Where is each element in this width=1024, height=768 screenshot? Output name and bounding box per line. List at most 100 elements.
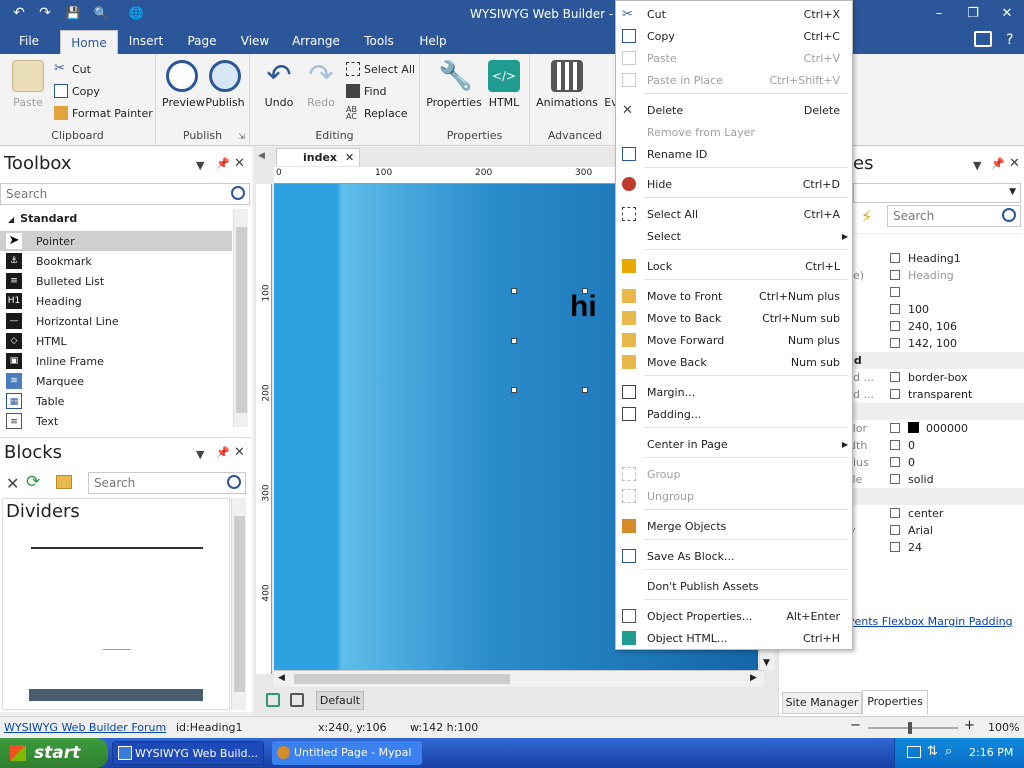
close-icon[interactable]: ✕	[234, 156, 245, 171]
toolbox-item-pointer[interactable]: ➤ Pointer	[0, 231, 232, 251]
pin-icon[interactable]: 📌	[216, 446, 230, 459]
close-icon[interactable]: ✕	[1009, 156, 1020, 171]
blocks-search-input[interactable]: Search	[88, 472, 246, 494]
toolbox-item-html[interactable]: ◇ HTML	[0, 331, 232, 351]
toolbox-item-table[interactable]: ▦ Table	[0, 391, 232, 411]
color-swatch[interactable]	[908, 422, 919, 433]
scroll-left-icon[interactable]: ◀	[278, 673, 285, 683]
close-icon[interactable]: ✕	[345, 149, 354, 166]
minimize-icon[interactable]: –	[922, 0, 956, 27]
toolbox-item-horizontal-line[interactable]: — Horizontal Line	[0, 311, 232, 331]
format-painter-button[interactable]: Format Painter	[54, 106, 153, 120]
keyboard-icon[interactable]	[907, 746, 921, 758]
toolbox-section-standard[interactable]: ◢ Standard	[0, 209, 232, 229]
scroll-thumb[interactable]	[234, 516, 245, 692]
property-value[interactable]: 0	[908, 439, 915, 452]
find-button[interactable]: Find	[346, 84, 387, 98]
cut-button[interactable]: ✂ Cut	[54, 62, 91, 76]
menu-item-padding[interactable]: Padding...	[616, 403, 852, 425]
help-icon[interactable]: ?	[1006, 32, 1013, 48]
menu-item-don-t-publish-assets[interactable]: Don't Publish Assets	[616, 575, 852, 597]
tab-page[interactable]: Page	[180, 27, 224, 54]
panel-menu-icon[interactable]: ▼	[973, 159, 981, 172]
menu-item-select[interactable]: Select ▶	[616, 225, 852, 247]
scroll-thumb[interactable]	[236, 227, 247, 413]
events-lightning-icon[interactable]: ⚡	[861, 207, 872, 226]
property-value[interactable]: 0	[908, 456, 915, 469]
menu-item-delete[interactable]: ✕ Delete Delete	[616, 99, 852, 121]
resize-handle[interactable]	[511, 288, 517, 294]
toolbox-search-input[interactable]: Search	[0, 183, 250, 205]
refresh-icon[interactable]: ⟳	[26, 472, 40, 492]
publish-button[interactable]: Publish	[204, 60, 246, 109]
pin-icon[interactable]: 📌	[991, 157, 1005, 170]
divider-preview[interactable]	[31, 547, 203, 549]
redo-button[interactable]: ↷ Redo	[304, 60, 338, 110]
select-all-button[interactable]: Select All	[346, 62, 415, 76]
undo-icon[interactable]: ↶	[10, 4, 28, 22]
toolbox-item-bookmark[interactable]: ⚓ Bookmark	[0, 251, 232, 271]
menu-item-margin[interactable]: Margin...	[616, 381, 852, 403]
panel-menu-icon[interactable]: ▼	[196, 448, 204, 461]
tab-view[interactable]: View	[236, 27, 274, 54]
horizontal-scrollbar[interactable]: ◀ ▶	[274, 670, 764, 687]
toolbox-item-heading[interactable]: H1 Heading	[0, 291, 232, 311]
zoom-slider-thumb[interactable]	[908, 722, 912, 734]
pin-icon[interactable]: 📌	[216, 157, 230, 170]
menu-item-select-all[interactable]: Select All Ctrl+A	[616, 203, 852, 225]
replace-button[interactable]: AB AC Replace	[346, 106, 408, 121]
network-icon[interactable]: ⇅	[927, 744, 938, 759]
property-value[interactable]: center	[908, 507, 943, 520]
add-layout-icon[interactable]	[266, 693, 280, 707]
toolbox-item-marquee[interactable]: ≋ Marquee	[0, 371, 232, 391]
preview-icon[interactable]: 🔍	[92, 4, 110, 22]
paste-button[interactable]: Paste	[8, 60, 48, 109]
divider-preview[interactable]	[103, 649, 131, 650]
property-value[interactable]: 142, 100	[908, 337, 957, 350]
zoom-slider[interactable]	[868, 722, 958, 734]
tab-site-manager[interactable]: Site Manager	[782, 692, 862, 714]
toolbox-scrollbar[interactable]	[233, 209, 248, 427]
forum-link[interactable]: WYSIWYG Web Builder Forum	[4, 721, 166, 734]
blocks-scrollbar[interactable]	[231, 498, 246, 710]
panel-menu-icon[interactable]: ▼	[196, 159, 204, 172]
menu-item-save-as-block[interactable]: Save As Block...	[616, 545, 852, 567]
property-value[interactable]: transparent	[908, 388, 972, 401]
property-value[interactable]: Heading1	[908, 252, 961, 265]
tab-insert[interactable]: Insert	[124, 27, 168, 54]
menu-item-paste[interactable]: Paste Ctrl+V	[616, 47, 852, 69]
tab-properties[interactable]: Properties	[862, 690, 928, 714]
tab-arrange[interactable]: Arrange	[290, 27, 342, 54]
undo-button[interactable]: ↶ Undo	[260, 60, 298, 110]
resize-handle[interactable]	[582, 387, 588, 393]
property-value[interactable]: 240, 106	[908, 320, 957, 333]
tab-index[interactable]: index ✕	[276, 148, 360, 166]
delete-block-icon[interactable]: ✕	[6, 474, 19, 493]
menu-item-paste-in-place[interactable]: Paste in Place Ctrl+Shift+V	[616, 69, 852, 91]
property-value[interactable]: Arial	[908, 524, 933, 537]
publish-icon[interactable]: 🌐	[127, 4, 145, 22]
resize-handle[interactable]	[511, 387, 517, 393]
property-value[interactable]: border-box	[908, 371, 967, 384]
menu-item-copy[interactable]: Copy Ctrl+C	[616, 25, 852, 47]
menu-item-hide[interactable]: Hide Ctrl+D	[616, 173, 852, 195]
menu-item-merge-objects[interactable]: Merge Objects	[616, 515, 852, 537]
flexbox-link[interactable]: Flexbox	[882, 615, 924, 628]
padding-link[interactable]: Padding	[969, 615, 1013, 628]
menu-item-lock[interactable]: Lock Ctrl+L	[616, 255, 852, 277]
menu-item-center-in-page[interactable]: Center in Page ▶	[616, 433, 852, 455]
scroll-down-icon[interactable]: ▼	[763, 658, 770, 668]
property-value[interactable]: 000000	[926, 422, 968, 435]
resize-handle[interactable]	[511, 338, 517, 344]
menu-item-move-forward[interactable]: Move Forward Num plus	[616, 329, 852, 351]
heading-text[interactable]: hi	[570, 290, 597, 324]
close-icon[interactable]: ✕	[234, 445, 245, 460]
menu-item-cut[interactable]: ✂ Cut Ctrl+X	[616, 3, 852, 25]
properties-button[interactable]: 🔧 Properties	[426, 60, 482, 110]
taskbar-item-web-builder[interactable]: WYSIWYG Web Build...	[112, 741, 264, 765]
property-value[interactable]: 100	[908, 303, 929, 316]
scroll-thumb[interactable]	[294, 674, 510, 684]
close-icon[interactable]: ✕	[990, 0, 1024, 27]
html-button[interactable]: </> HTML	[486, 60, 522, 109]
scroll-right-icon[interactable]: ▶	[750, 673, 757, 683]
